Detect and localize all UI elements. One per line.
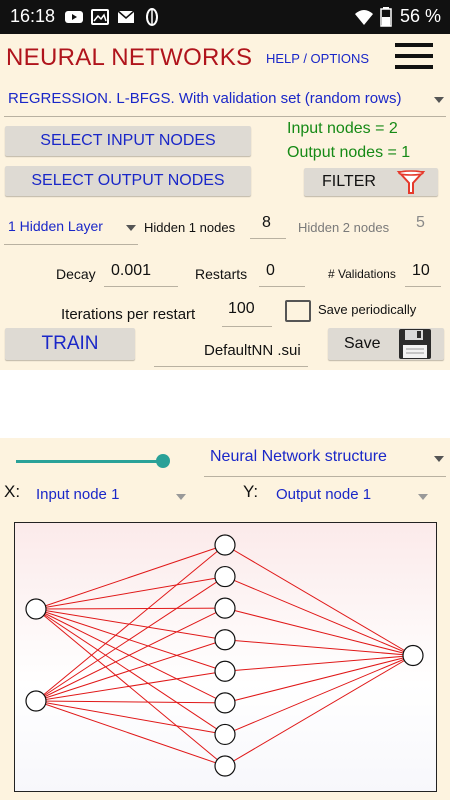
hidden2-label: Hidden 2 nodes bbox=[298, 220, 390, 235]
y-node-select[interactable]: Output node 1 bbox=[270, 482, 436, 508]
output-text-area bbox=[0, 370, 450, 438]
status-bar: 16:18 56 % bbox=[0, 0, 450, 34]
network-edge bbox=[224, 544, 414, 656]
network-edge bbox=[224, 639, 414, 656]
restarts-label: Restarts bbox=[195, 266, 248, 282]
network-edge bbox=[35, 608, 226, 672]
hidden-node bbox=[214, 534, 236, 556]
network-edge bbox=[224, 655, 414, 672]
hidden-layers-select-value: 1 Hidden Layer bbox=[8, 218, 103, 234]
slider-thumb[interactable] bbox=[156, 454, 170, 468]
method-select[interactable]: REGRESSION. L-BFGS. With validation set … bbox=[0, 82, 450, 116]
hidden-node bbox=[214, 629, 236, 651]
save-periodically-checkbox[interactable] bbox=[285, 300, 311, 322]
network-diagram-svg bbox=[25, 534, 424, 777]
network-edge bbox=[35, 670, 226, 702]
hidden-node bbox=[214, 660, 236, 682]
save-periodically-label: Save periodically bbox=[318, 302, 417, 317]
hidden-layers-select[interactable]: 1 Hidden Layer bbox=[4, 212, 138, 242]
network-edge bbox=[224, 576, 414, 656]
chevron-down-icon bbox=[176, 494, 186, 500]
hidden-node bbox=[214, 565, 236, 588]
youtube-icon bbox=[65, 11, 83, 23]
settings-panel: REGRESSION. L-BFGS. With validation set … bbox=[0, 80, 450, 370]
input-node bbox=[25, 598, 47, 620]
image-icon bbox=[91, 9, 109, 25]
save-button-label: Save bbox=[344, 335, 381, 352]
select-input-nodes-button[interactable]: SELECT INPUT NODES bbox=[5, 126, 251, 156]
status-time: 16:18 bbox=[10, 6, 56, 26]
network-edge bbox=[35, 608, 226, 735]
filter-button-label: FILTER bbox=[322, 173, 376, 190]
app-title: NEURAL NETWORKS bbox=[6, 44, 253, 71]
iterations-label: Iterations per restart bbox=[61, 306, 196, 323]
network-edge bbox=[224, 655, 414, 704]
validations-label: # Validations bbox=[328, 267, 396, 281]
output-node bbox=[402, 644, 424, 667]
filter-button[interactable]: FILTER bbox=[304, 168, 438, 196]
network-edge bbox=[35, 608, 226, 641]
hidden-node bbox=[214, 755, 236, 777]
hidden-node bbox=[214, 597, 236, 619]
slider-track[interactable] bbox=[16, 460, 162, 463]
iterations-input[interactable]: 100 bbox=[228, 300, 255, 318]
x-axis-label: X: bbox=[4, 482, 21, 501]
app-header: NEURAL NETWORKS HELP / OPTIONS bbox=[0, 34, 450, 80]
hidden2-input[interactable]: 5 bbox=[416, 214, 425, 232]
x-node-select-value: Input node 1 bbox=[36, 486, 120, 503]
funnel-icon bbox=[396, 170, 426, 194]
train-button[interactable]: TRAIN bbox=[5, 328, 135, 360]
filename-input[interactable]: DefaultNN .sui bbox=[204, 342, 301, 359]
restarts-input[interactable]: 0 bbox=[266, 262, 275, 280]
network-edge bbox=[35, 576, 226, 610]
network-diagram bbox=[14, 522, 437, 792]
method-select-value: REGRESSION. L-BFGS. With validation set … bbox=[8, 90, 402, 107]
network-edge bbox=[224, 655, 414, 735]
chevron-down-icon bbox=[418, 494, 428, 500]
network-edge bbox=[35, 576, 226, 702]
hamburger-menu-icon[interactable] bbox=[392, 40, 438, 74]
hidden1-label: Hidden 1 nodes bbox=[144, 220, 236, 235]
x-node-select[interactable]: Input node 1 bbox=[30, 482, 192, 508]
battery-icon bbox=[380, 7, 392, 27]
network-edge bbox=[35, 639, 226, 702]
leaf-icon bbox=[146, 8, 158, 26]
network-edge bbox=[35, 700, 226, 735]
input-nodes-count: Input nodes = 2 bbox=[287, 120, 398, 137]
battery-percent: 56 % bbox=[400, 6, 442, 26]
network-edge bbox=[35, 700, 226, 767]
y-axis-label: Y: bbox=[243, 482, 259, 501]
network-edge bbox=[35, 607, 226, 610]
mail-icon bbox=[117, 10, 135, 23]
chevron-down-icon bbox=[434, 97, 444, 103]
network-edge bbox=[35, 700, 226, 704]
network-edge bbox=[224, 607, 414, 656]
network-edge bbox=[35, 544, 226, 610]
plot-type-select-value: Neural Network structure bbox=[210, 448, 387, 465]
decay-label: Decay bbox=[56, 266, 96, 282]
y-node-select-value: Output node 1 bbox=[276, 486, 372, 503]
floppy-disk-icon bbox=[399, 329, 431, 359]
decay-input[interactable]: 0.001 bbox=[111, 262, 151, 280]
hidden-node bbox=[214, 692, 236, 714]
save-button[interactable]: Save bbox=[328, 328, 444, 360]
hidden-node bbox=[214, 723, 236, 746]
help-options-link[interactable]: HELP / OPTIONS bbox=[266, 51, 369, 66]
output-nodes-count: Output nodes = 1 bbox=[287, 144, 411, 161]
chevron-down-icon bbox=[126, 225, 136, 231]
network-edge bbox=[224, 655, 414, 767]
wifi-icon bbox=[355, 10, 373, 25]
chevron-down-icon bbox=[434, 456, 444, 462]
select-output-nodes-button[interactable]: SELECT OUTPUT NODES bbox=[5, 166, 251, 196]
plot-type-select[interactable]: Neural Network structure bbox=[204, 442, 450, 476]
hidden1-input[interactable]: 8 bbox=[262, 214, 271, 232]
validations-input[interactable]: 10 bbox=[412, 262, 430, 280]
input-node bbox=[25, 690, 47, 712]
